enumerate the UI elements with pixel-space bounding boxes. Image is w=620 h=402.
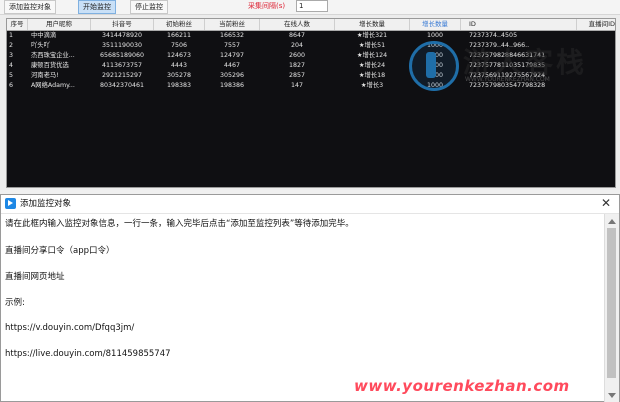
example-url-1: https://v.douyin.com/Dfqq3jm/ (5, 323, 135, 333)
dialog-titlebar: 添加监控对象 ✕ (1, 195, 619, 214)
cell-cur: 198386 (219, 82, 245, 89)
col-growth[interactable]: 增长数量 (335, 19, 410, 30)
watermark-url: www.yourenkezhan.com (354, 377, 570, 395)
cell-id: 7237374..4505 (469, 32, 518, 39)
cell-growth: ★增长124 (356, 52, 388, 59)
cell-idx: 3 (9, 52, 14, 59)
cell-nick: A网络Adamy... (31, 82, 75, 89)
interval-label: 采集间隔(s) (248, 2, 286, 10)
cell-target: 1000 (426, 32, 444, 39)
scroll-down-icon[interactable] (608, 393, 616, 398)
cell-nick: 吖头吖 (31, 42, 50, 49)
start-monitor-button[interactable]: 开始监控 (78, 0, 116, 14)
target-textarea[interactable]: 请在此框内输入监控对象信息，一行一条，输入完毕后点击“添加至监控列表”等待添加完… (5, 216, 601, 399)
cell-nick: 康顿百货优选 (31, 62, 69, 69)
add-target-button[interactable]: 添加监控对象 (4, 0, 56, 14)
cell-init: 4443 (170, 62, 188, 69)
instruction-text: 请在此框内输入监控对象信息，一行一条，输入完毕后点击“添加至监控列表”等待添加完… (5, 219, 354, 229)
cell-idx: 1 (9, 32, 14, 39)
add-target-dialog: 添加监控对象 ✕ 请在此框内输入监控对象信息，一行一条，输入完毕后点击“添加至监… (0, 194, 620, 402)
example-label: 示例: (5, 298, 25, 308)
cell-growth: ★增长24 (358, 62, 386, 69)
cell-growth: ★增长18 (358, 72, 386, 79)
cell-cur: 7557 (223, 42, 241, 49)
cell-cur: 166532 (219, 32, 245, 39)
cell-online: 2600 (288, 52, 306, 59)
cell-nick: 河南老马! (31, 72, 59, 79)
cell-online: 1827 (288, 62, 306, 69)
cell-nick: 杰西珠宝企业... (31, 52, 75, 59)
cell-idx: 4 (9, 62, 14, 69)
interval-input[interactable]: 1 (296, 0, 328, 12)
table-row[interactable]: 1 中中滴滴 3414478920 166211 166532 8647 ★增长321 100… (7, 31, 615, 41)
cell-idx: 2 (9, 42, 14, 49)
cell-nick: 中中滴滴 (31, 32, 57, 39)
app-icon (5, 198, 16, 209)
scroll-thumb[interactable] (607, 228, 616, 378)
cell-init: 7506 (170, 42, 188, 49)
col-nickname[interactable]: 用户昵称 (28, 19, 91, 30)
col-douyin-id[interactable]: 抖音号 (91, 19, 154, 30)
col-index[interactable]: 序号 (7, 19, 28, 30)
cell-online: 147 (290, 82, 304, 89)
scroll-up-icon[interactable] (608, 219, 616, 224)
cell-room (578, 81, 615, 91)
option-share-code: 直播间分享口令（app口令） (5, 246, 115, 256)
cell-online: 8647 (288, 32, 306, 39)
col-initial-fans[interactable]: 初始粉丝 (154, 19, 205, 30)
option-web-url: 直播间网页地址 (5, 272, 65, 282)
cell-online: 2857 (288, 72, 306, 79)
cell-room (578, 31, 615, 41)
cell-idx: 5 (9, 72, 14, 79)
table-header: 序号 用户昵称 抖音号 初始粉丝 当前粉丝 在线人数 增长数量 增长数量 ID … (7, 19, 615, 31)
vertical-scrollbar[interactable] (604, 214, 619, 402)
dialog-title: 添加监控对象 (20, 199, 72, 209)
main-window: 添加监控对象 开始监控 停止监控 采集间隔(s) 1 序号 用户昵称 抖音号 初… (0, 0, 620, 190)
cell-init: 305278 (166, 72, 192, 79)
example-url-2: https://live.douyin.com/811459855747 (5, 349, 171, 359)
cell-dy: 3511190030 (101, 42, 143, 49)
col-room-id[interactable]: 直播间ID (578, 19, 615, 30)
cell-dy: 2921215297 (101, 72, 143, 79)
toolbar: 添加监控对象 开始监控 停止监控 采集间隔(s) 1 (0, 0, 620, 15)
cell-idx: 6 (9, 82, 14, 89)
cell-init: 124673 (166, 52, 192, 59)
col-online[interactable]: 在线人数 (260, 19, 335, 30)
col-target[interactable]: 增长数量 (410, 19, 461, 30)
cell-init: 198383 (166, 82, 192, 89)
cell-dy: 3414478920 (101, 32, 143, 39)
close-icon[interactable]: ✕ (599, 196, 613, 210)
cell-cur: 305296 (219, 72, 245, 79)
watermark-site: WWW.YOURENKEZHAN.COM (465, 76, 550, 83)
cell-growth: ★增长3 (360, 82, 384, 89)
cell-cur: 4467 (223, 62, 241, 69)
col-current-fans[interactable]: 当前粉丝 (205, 19, 260, 30)
cell-online: 204 (290, 42, 304, 49)
watermark-logo-icon (409, 41, 459, 91)
cell-dy: 80342370461 (99, 82, 145, 89)
cell-dy: 4113673757 (101, 62, 143, 69)
watermark-brand: 游人客栈 (463, 46, 588, 79)
cell-growth: ★增长321 (356, 32, 388, 39)
cell-cur: 124797 (219, 52, 245, 59)
stop-monitor-button[interactable]: 停止监控 (130, 0, 168, 14)
cell-growth: ★增长51 (358, 42, 386, 49)
cell-init: 166211 (166, 32, 192, 39)
monitor-table[interactable]: 序号 用户昵称 抖音号 初始粉丝 当前粉丝 在线人数 增长数量 增长数量 ID … (6, 18, 616, 188)
cell-dy: 65685189060 (99, 52, 145, 59)
col-id[interactable]: ID (461, 19, 577, 30)
